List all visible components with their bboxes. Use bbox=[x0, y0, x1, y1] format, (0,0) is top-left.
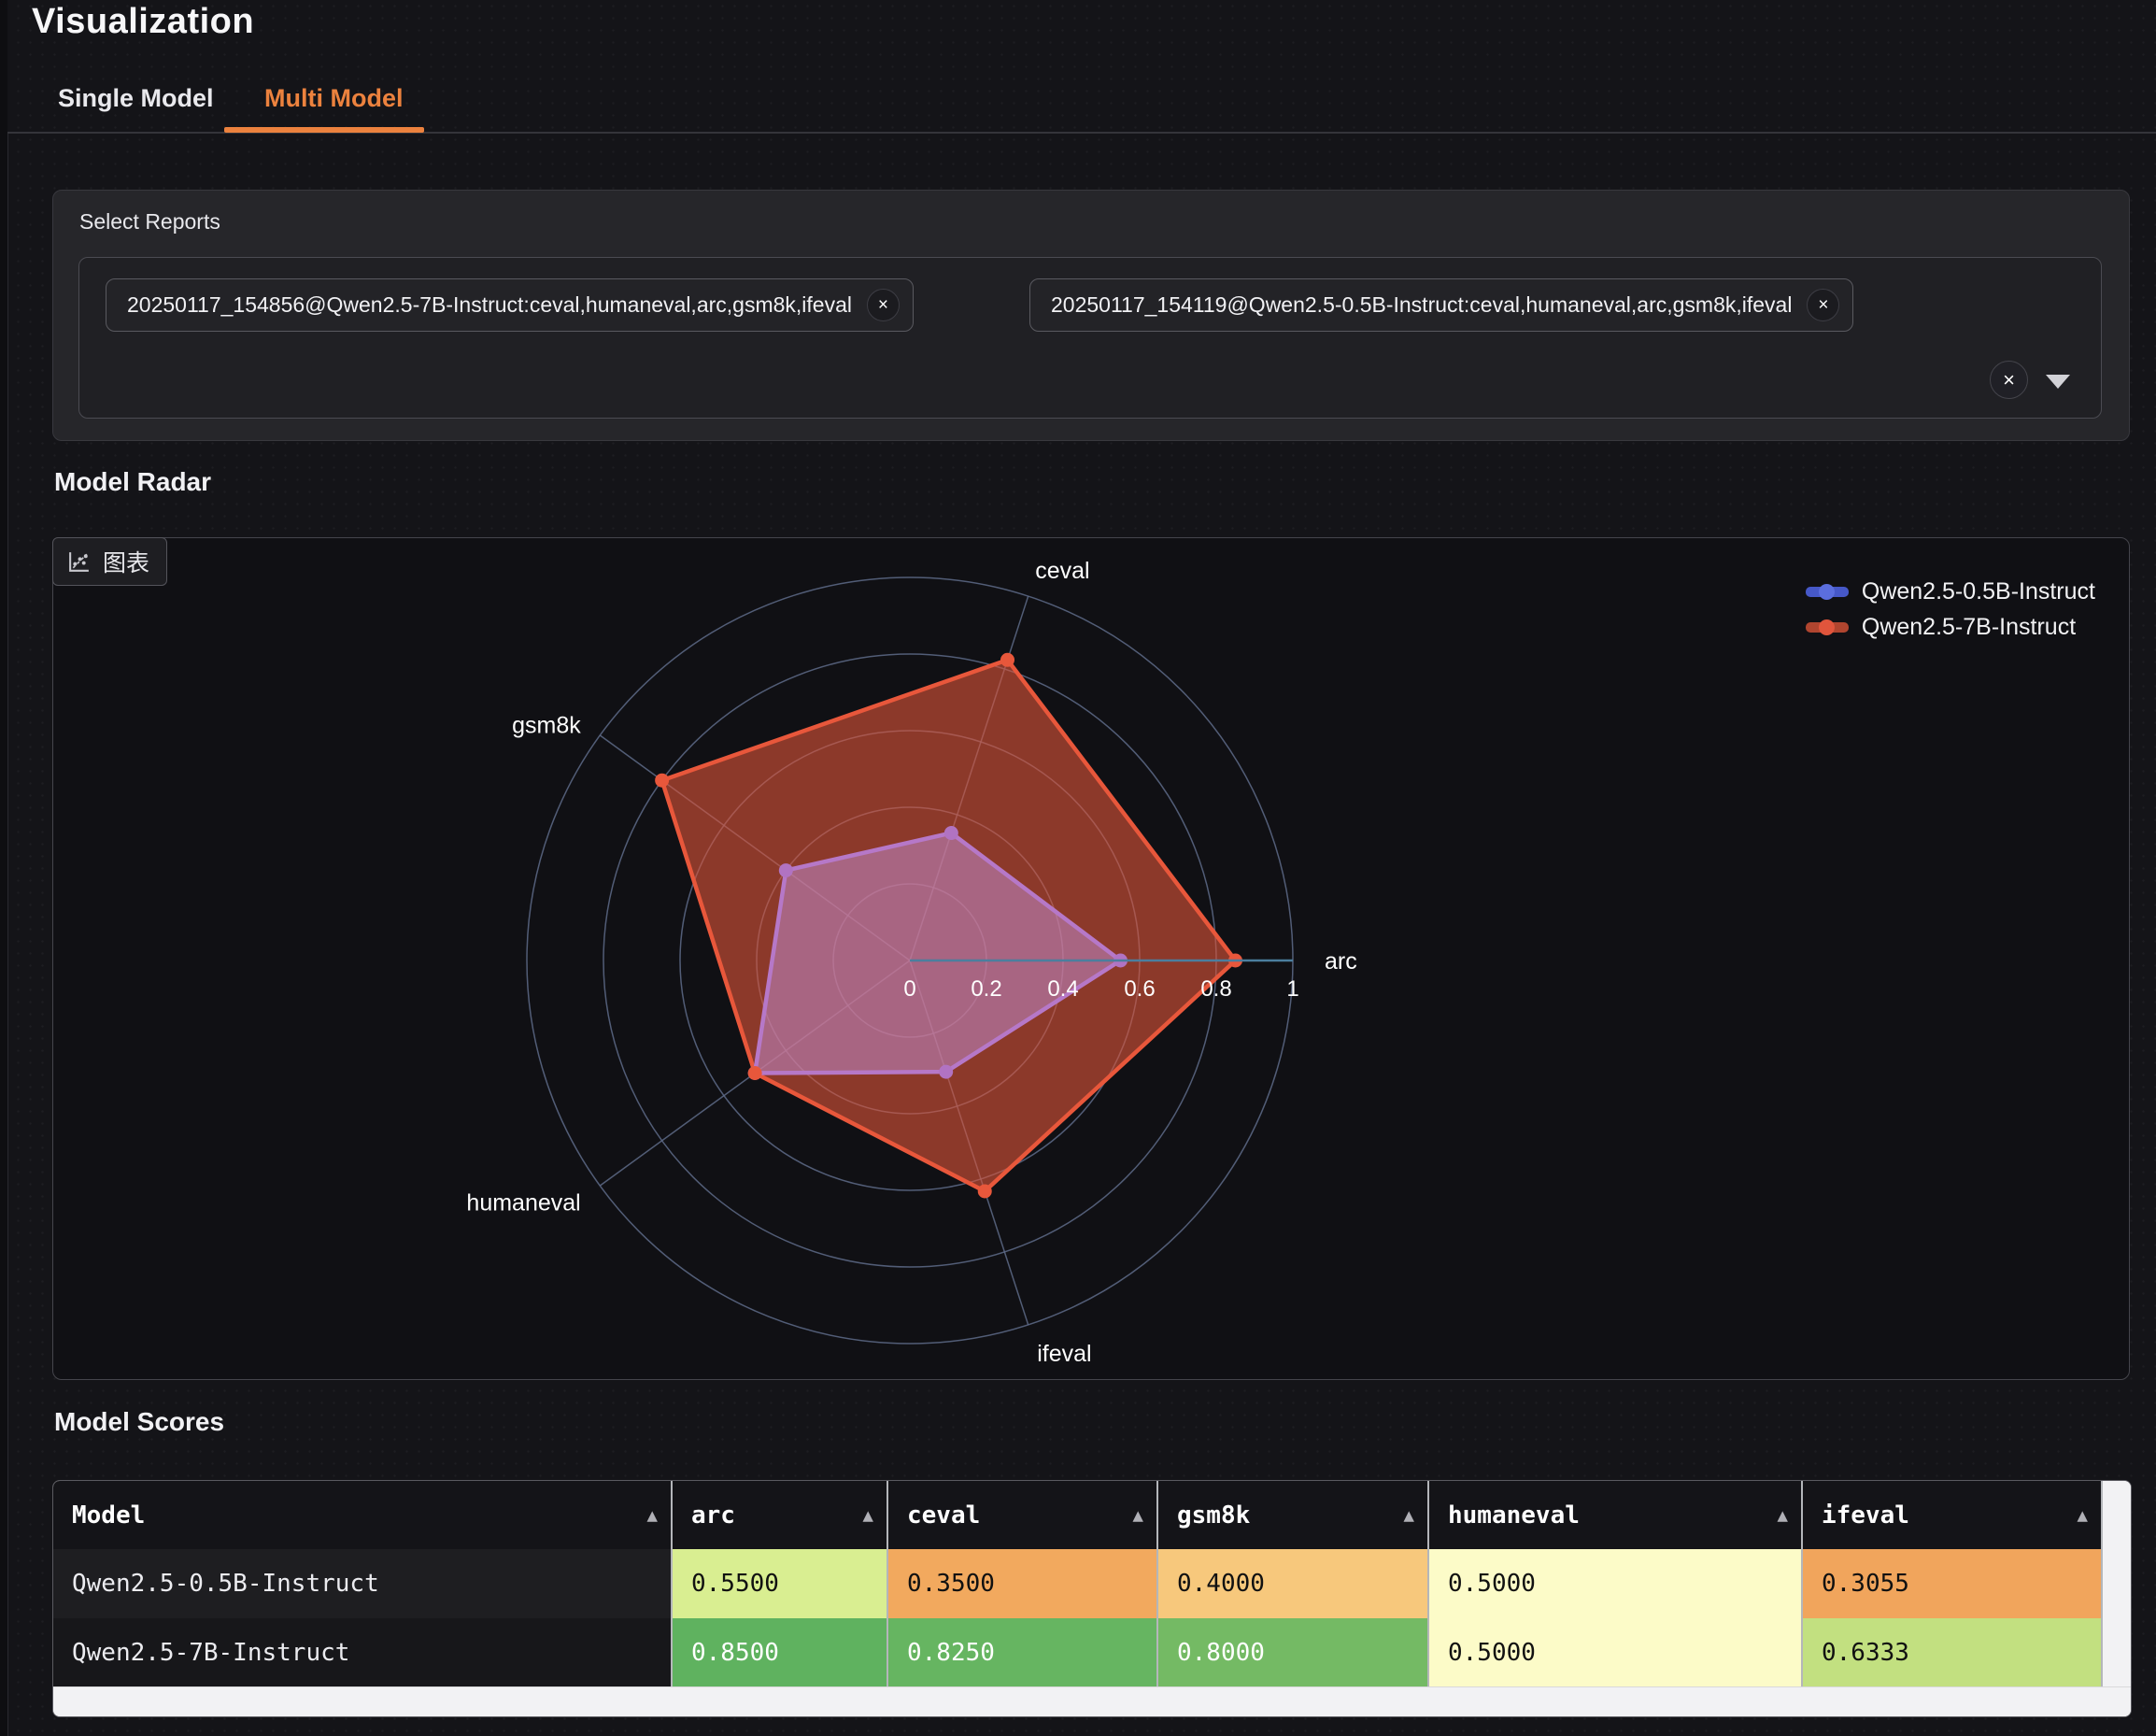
close-icon: × bbox=[878, 295, 888, 316]
radar-axis-label-humaneval: humaneval bbox=[466, 1190, 580, 1217]
tab-panel-left-border bbox=[7, 132, 8, 1736]
report-chip[interactable]: 20250117_154856@Qwen2.5-7B-Instruct:ceva… bbox=[106, 278, 914, 332]
score-cell-gsm8k: 0.8000 bbox=[1158, 1618, 1429, 1687]
column-header-label: gsm8k bbox=[1177, 1501, 1250, 1530]
sort-icon[interactable]: ▲ bbox=[1133, 1505, 1143, 1526]
legend-dot-icon bbox=[1819, 584, 1835, 600]
page-left-edge bbox=[0, 0, 7, 1736]
radar-data-point bbox=[1000, 653, 1014, 667]
column-header-label: ceval bbox=[907, 1501, 980, 1530]
sort-icon[interactable]: ▲ bbox=[1778, 1505, 1788, 1526]
radar-data-point bbox=[939, 1065, 953, 1079]
chip-remove-button[interactable]: × bbox=[867, 289, 900, 321]
legend-label: Qwen2.5-0.5B-Instruct bbox=[1862, 578, 2095, 605]
score-cell-ceval: 0.8250 bbox=[888, 1618, 1158, 1687]
close-icon: × bbox=[2003, 368, 2015, 392]
table-vertical-scrollbar[interactable] bbox=[2103, 1481, 2131, 1716]
legend-dot-icon bbox=[1819, 619, 1835, 635]
page-title: Visualization bbox=[32, 2, 254, 42]
scores-grid: Model ▲ arc ▲ ceval ▲ gsm8k ▲ humaneval ▲ ifeval ▲ Q… bbox=[53, 1481, 2103, 1687]
sort-icon[interactable]: ▲ bbox=[2078, 1505, 2088, 1526]
sort-icon[interactable]: ▲ bbox=[1404, 1505, 1414, 1526]
reports-multiselect[interactable]: 20250117_154856@Qwen2.5-7B-Instruct:ceva… bbox=[78, 257, 2102, 419]
active-tab-underline bbox=[224, 127, 424, 133]
table-horizontal-scrollbar[interactable] bbox=[53, 1686, 2131, 1716]
score-cell-ceval: 0.3500 bbox=[888, 1549, 1158, 1618]
chip-remove-button[interactable]: × bbox=[1807, 289, 1839, 321]
radar-tick-label: 0.2 bbox=[971, 976, 1001, 1002]
score-cell-gsm8k: 0.4000 bbox=[1158, 1549, 1429, 1618]
radar-tick-label: 0.6 bbox=[1124, 976, 1155, 1002]
tab-single-model[interactable]: Single Model bbox=[58, 84, 214, 113]
column-header-label: humaneval bbox=[1448, 1501, 1580, 1530]
model-name-cell: Qwen2.5-0.5B-Instruct bbox=[53, 1549, 673, 1618]
column-header-label: arc bbox=[691, 1501, 735, 1530]
column-header-humaneval[interactable]: humaneval ▲ bbox=[1429, 1481, 1803, 1549]
close-icon: × bbox=[1818, 295, 1828, 316]
radar-tick-label: 0 bbox=[903, 976, 915, 1002]
radar-data-point bbox=[978, 1184, 992, 1198]
legend-item[interactable]: Qwen2.5-7B-Instruct bbox=[1806, 611, 2095, 644]
sort-icon[interactable]: ▲ bbox=[863, 1505, 873, 1526]
score-cell-humaneval: 0.5000 bbox=[1429, 1549, 1803, 1618]
column-header-label: Model bbox=[72, 1501, 145, 1530]
radar-tick-label: 0.4 bbox=[1047, 976, 1078, 1002]
column-header-ceval[interactable]: ceval ▲ bbox=[888, 1481, 1158, 1549]
radar-data-point bbox=[748, 1066, 762, 1080]
radar-data-point bbox=[655, 774, 669, 788]
score-cell-humaneval: 0.5000 bbox=[1429, 1618, 1803, 1687]
clear-all-button[interactable]: × bbox=[1990, 361, 2028, 399]
radar-axis-label-ifeval: ifeval bbox=[1037, 1341, 1091, 1367]
report-chip-text: 20250117_154119@Qwen2.5-0.5B-Instruct:ce… bbox=[1051, 292, 1792, 318]
radar-tick-label: 0.8 bbox=[1200, 976, 1231, 1002]
radar-chart-panel: 0 0.2 0.4 0.6 0.8 1 arc ceval gsm8k humaneval ifev… bbox=[52, 537, 2130, 1380]
legend-line-icon bbox=[1806, 587, 1849, 597]
radar-tick-label: 1 bbox=[1286, 976, 1298, 1002]
tab-multi-model[interactable]: Multi Model bbox=[264, 84, 403, 113]
chart-toolbar-tab[interactable]: 图表 bbox=[52, 537, 167, 586]
chevron-down-icon[interactable] bbox=[2046, 375, 2070, 389]
score-cell-ifeval: 0.3055 bbox=[1803, 1549, 2103, 1618]
radar-axis-label-ceval: ceval bbox=[1035, 558, 1089, 584]
model-scores-table: Model ▲ arc ▲ ceval ▲ gsm8k ▲ humaneval ▲ ifeval ▲ Q… bbox=[52, 1480, 2132, 1717]
column-header-label: ifeval bbox=[1822, 1501, 1909, 1530]
visualization-page: Visualization Single Model Multi Model S… bbox=[0, 0, 2156, 1736]
score-cell-ifeval: 0.6333 bbox=[1803, 1618, 2103, 1687]
legend-item[interactable]: Qwen2.5-0.5B-Instruct bbox=[1806, 576, 2095, 608]
radar-axis-label-arc: arc bbox=[1325, 948, 1357, 975]
score-cell-arc: 0.5500 bbox=[673, 1549, 888, 1618]
radar-legend: Qwen2.5-0.5B-Instruct Qwen2.5-7B-Instruct bbox=[1806, 576, 2095, 644]
model-scores-heading: Model Scores bbox=[54, 1407, 224, 1437]
column-header-model[interactable]: Model ▲ bbox=[53, 1481, 673, 1549]
chart-tab-label: 图表 bbox=[103, 545, 149, 578]
model-name-cell: Qwen2.5-7B-Instruct bbox=[53, 1618, 673, 1687]
radar-chart: 0 0.2 0.4 0.6 0.8 1 arc ceval gsm8k humaneval ifev… bbox=[53, 538, 2129, 1379]
model-radar-heading: Model Radar bbox=[54, 467, 211, 497]
column-header-arc[interactable]: arc ▲ bbox=[673, 1481, 888, 1549]
select-reports-label: Select Reports bbox=[79, 209, 220, 235]
legend-line-icon bbox=[1806, 622, 1849, 633]
column-header-ifeval[interactable]: ifeval ▲ bbox=[1803, 1481, 2103, 1549]
scatter-chart-icon bbox=[66, 549, 92, 575]
report-chip[interactable]: 20250117_154119@Qwen2.5-0.5B-Instruct:ce… bbox=[1029, 278, 1853, 332]
legend-label: Qwen2.5-7B-Instruct bbox=[1862, 614, 2076, 641]
sort-icon[interactable]: ▲ bbox=[647, 1505, 658, 1526]
column-header-gsm8k[interactable]: gsm8k ▲ bbox=[1158, 1481, 1429, 1549]
score-cell-arc: 0.8500 bbox=[673, 1618, 888, 1687]
radar-data-point bbox=[944, 826, 958, 840]
radar-data-point bbox=[779, 863, 793, 877]
select-reports-panel: Select Reports 20250117_154856@Qwen2.5-7… bbox=[52, 190, 2130, 441]
radar-axis-label-gsm8k: gsm8k bbox=[512, 712, 581, 738]
report-chip-text: 20250117_154856@Qwen2.5-7B-Instruct:ceva… bbox=[127, 292, 852, 318]
